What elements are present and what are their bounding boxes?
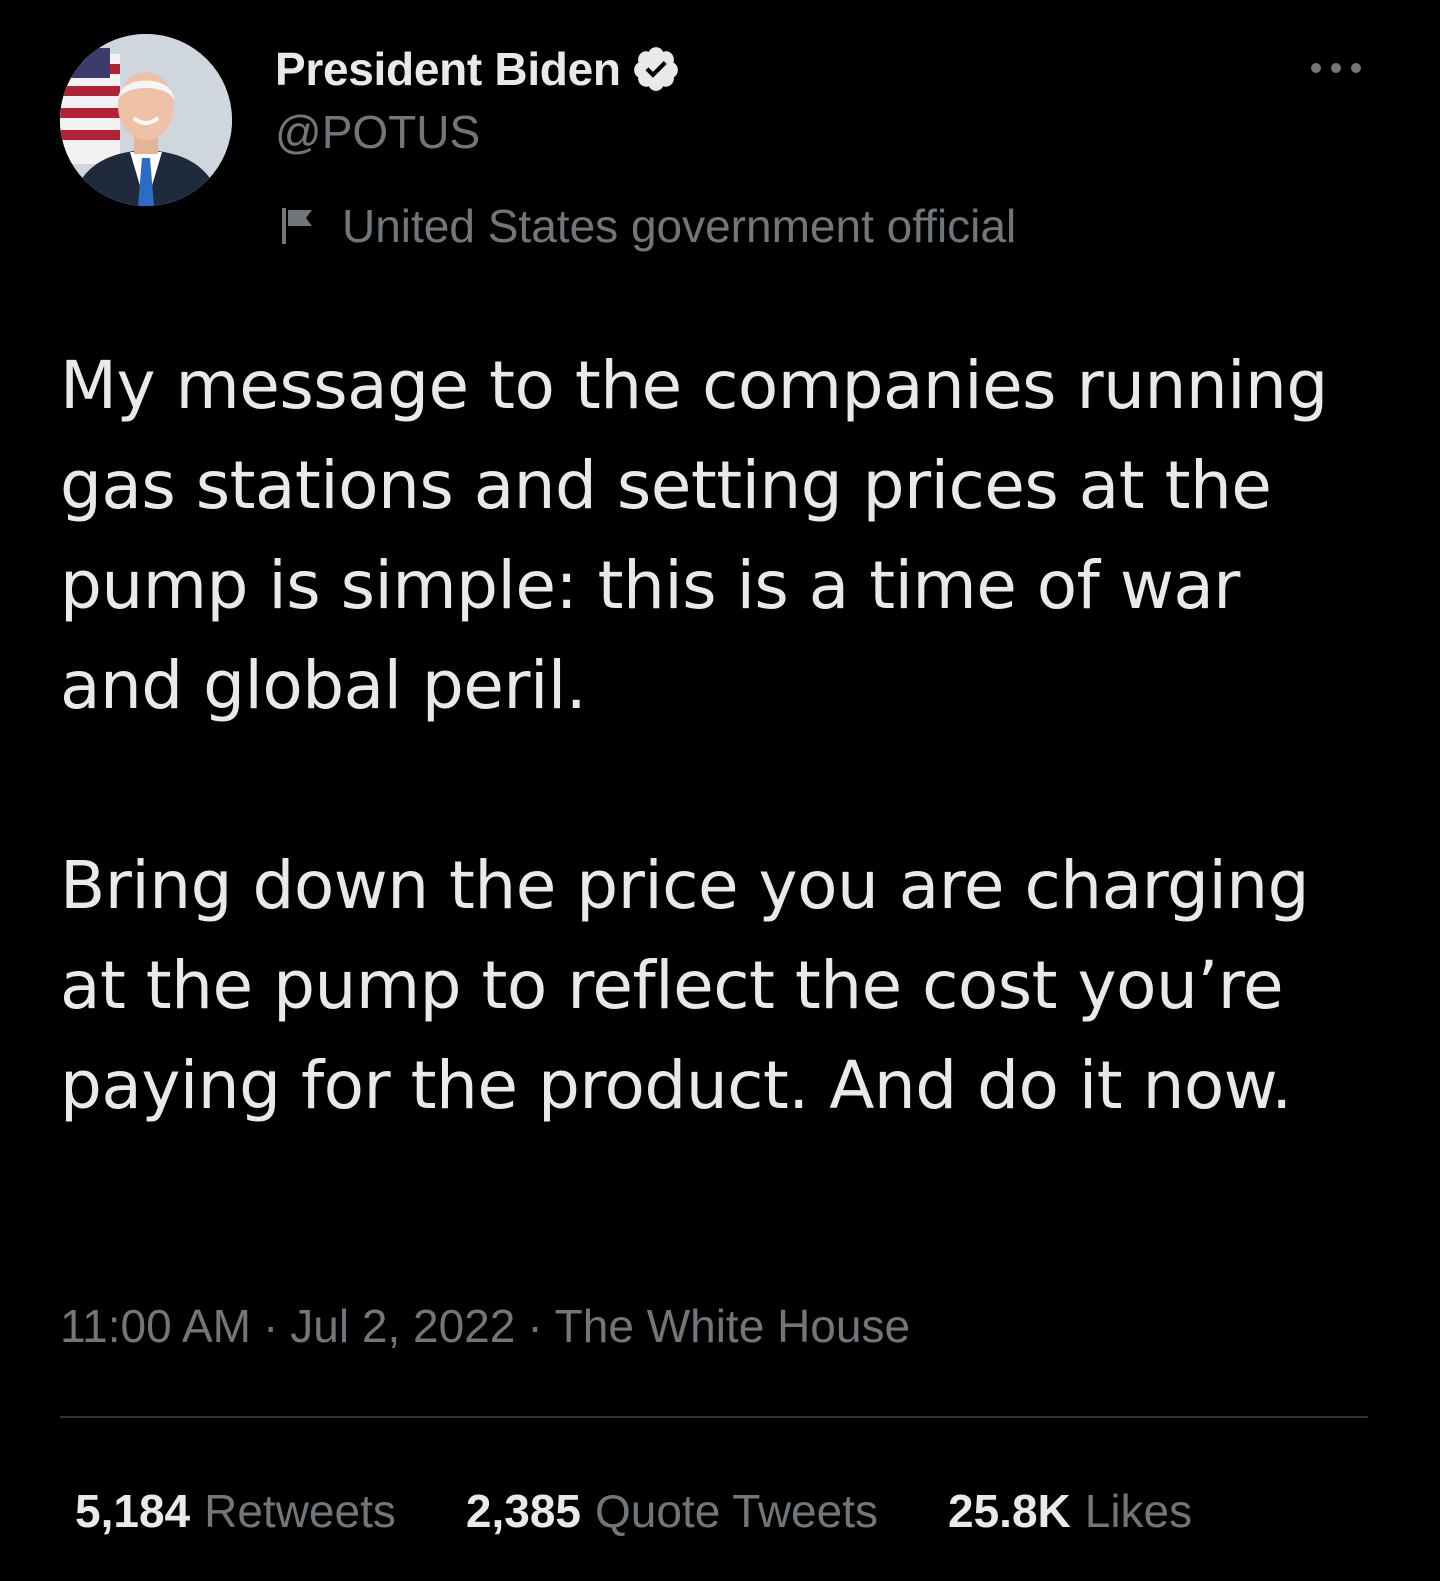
display-name[interactable]: President Biden: [275, 42, 621, 96]
engagement-stats: 5,184 Retweets 2,385 Quote Tweets 25.8K …: [75, 1484, 1262, 1538]
tweet-text: My message to the companies running gas …: [60, 336, 1380, 1136]
quote-tweets-stat[interactable]: 2,385 Quote Tweets: [466, 1484, 878, 1538]
meta-separator: ·: [262, 1300, 279, 1352]
divider: [60, 1416, 1368, 1418]
likes-count: 25.8K: [948, 1485, 1071, 1537]
more-options-icon[interactable]: [1308, 56, 1364, 80]
retweets-label: Retweets: [204, 1485, 396, 1537]
tweet-metadata: 11:00 AM · Jul 2, 2022 · The White House: [60, 1296, 910, 1356]
avatar[interactable]: [60, 34, 232, 206]
tweet-time[interactable]: 11:00 AM: [60, 1300, 251, 1352]
handle[interactable]: @POTUS: [275, 104, 681, 160]
quote-tweets-count: 2,385: [465, 1485, 581, 1537]
government-label-text: United States government official: [342, 200, 1017, 252]
avatar-photo: [60, 34, 232, 206]
likes-stat[interactable]: 25.8K Likes: [948, 1484, 1192, 1538]
tweet-date[interactable]: Jul 2, 2022: [290, 1300, 515, 1352]
tweet-paragraph: My message to the companies running gas …: [60, 347, 1328, 724]
quote-tweets-label: Quote Tweets: [595, 1485, 878, 1537]
verified-badge-icon: [631, 44, 681, 94]
retweets-count: 5,184: [75, 1485, 191, 1537]
tweet-paragraph: Bring down the price you are charging at…: [60, 847, 1310, 1124]
tweet-source[interactable]: The White House: [555, 1300, 910, 1352]
tweet-container: President Biden @POTUS United States gov…: [0, 0, 1440, 1581]
retweets-stat[interactable]: 5,184 Retweets: [75, 1484, 396, 1538]
meta-separator: ·: [527, 1300, 543, 1352]
likes-label: Likes: [1084, 1485, 1193, 1537]
flag-icon: [278, 206, 318, 246]
government-label[interactable]: United States government official: [278, 196, 1016, 256]
author-header: President Biden @POTUS: [275, 38, 681, 160]
name-row: President Biden: [275, 38, 681, 100]
